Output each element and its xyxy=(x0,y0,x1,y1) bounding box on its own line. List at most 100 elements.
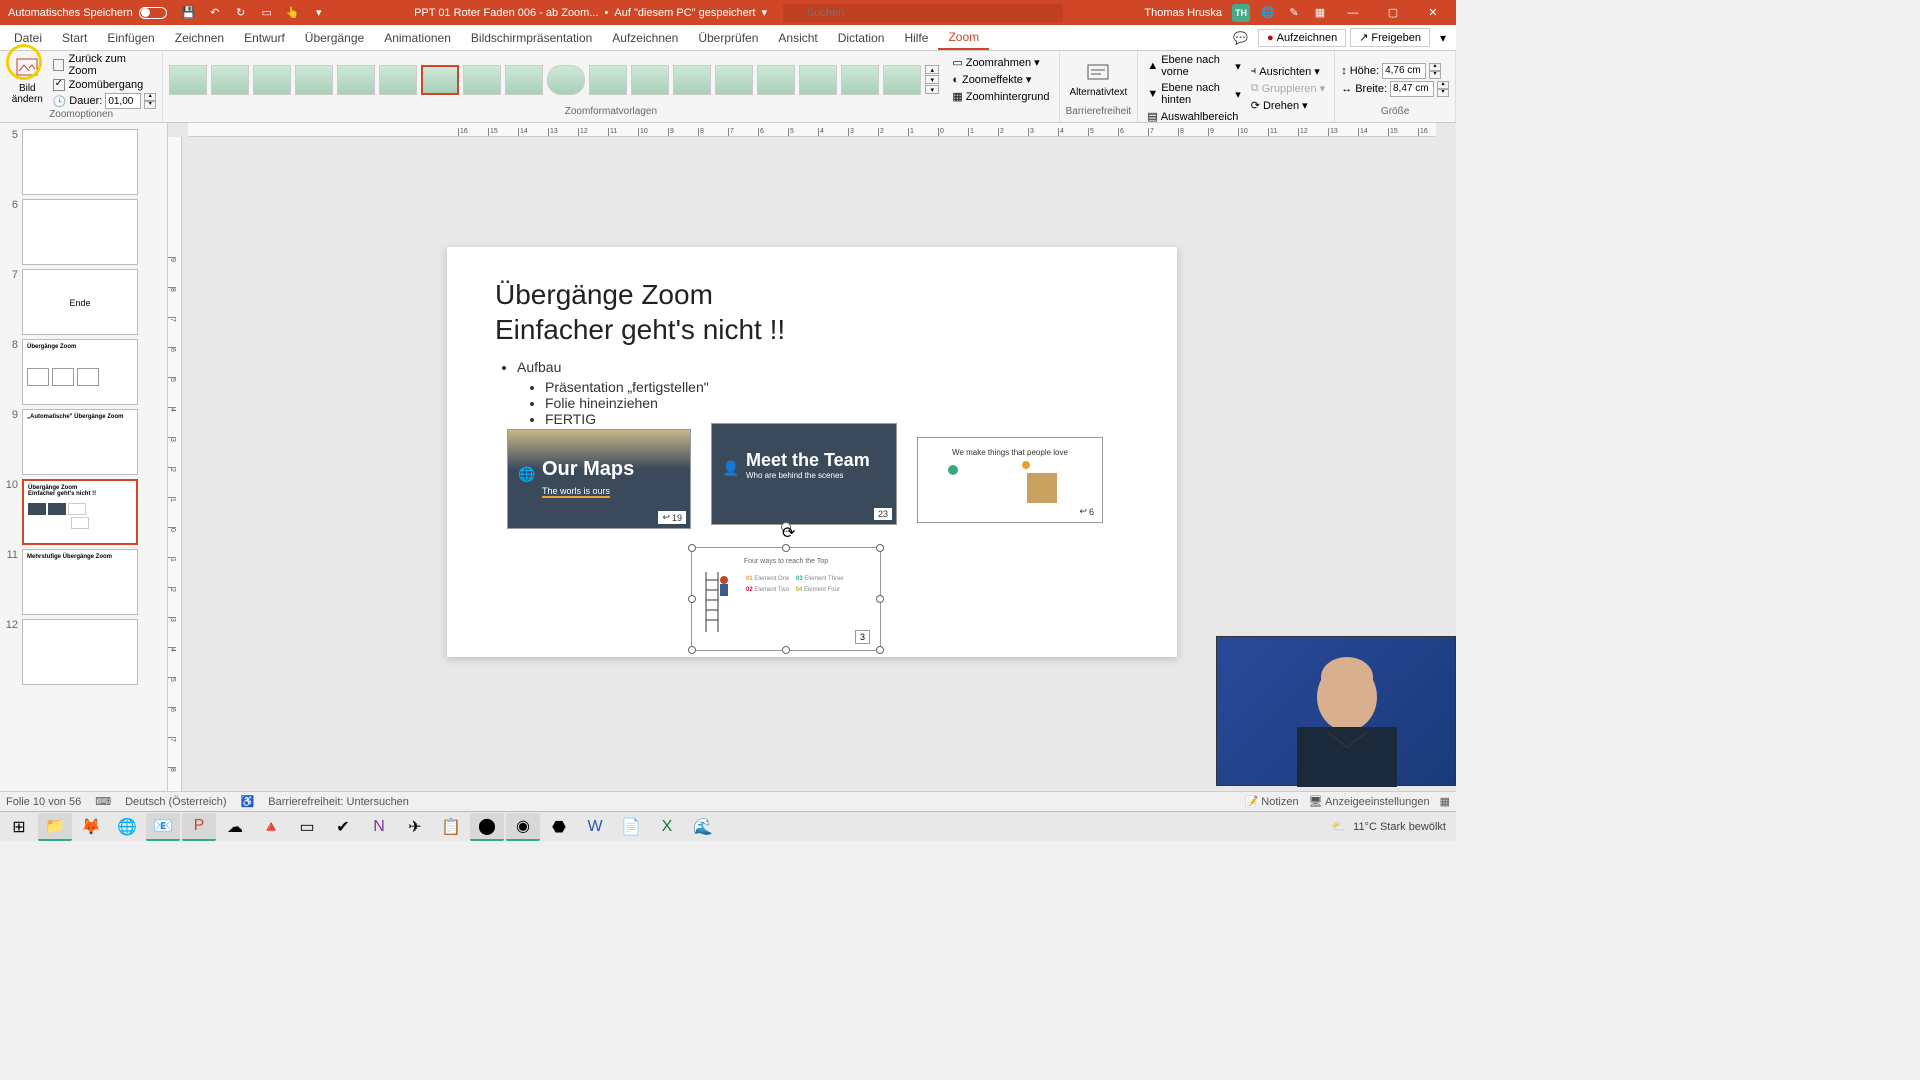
style-item[interactable] xyxy=(337,65,375,95)
style-item[interactable] xyxy=(715,65,753,95)
slide-thumb[interactable] xyxy=(22,199,138,265)
tab-zeichnen[interactable]: Zeichnen xyxy=(165,25,234,50)
more-icon[interactable]: ▾ xyxy=(311,5,327,21)
slide-thumb[interactable]: Übergänge Zoom xyxy=(22,339,138,405)
style-item[interactable] xyxy=(631,65,669,95)
alternativtext-button[interactable]: Alternativtext xyxy=(1066,59,1132,100)
ebene-hinten-button[interactable]: ▼Ebene nach hinten ▾ xyxy=(1144,81,1243,107)
access-icon[interactable]: ♿ xyxy=(241,795,255,808)
style-item[interactable] xyxy=(589,65,627,95)
bild-aendern-button[interactable]: Bild ändern xyxy=(6,55,49,107)
app-icon[interactable]: ⬣ xyxy=(542,813,576,841)
tab-animationen[interactable]: Animationen xyxy=(374,25,461,50)
ebene-vorne-button[interactable]: ▲Ebene nach vorne ▾ xyxy=(1144,53,1243,79)
resize-handle[interactable] xyxy=(688,646,696,654)
globe-icon[interactable]: 🌐 xyxy=(1260,5,1276,21)
zurueck-zoom-check[interactable]: Zurück zum Zoom xyxy=(53,53,157,77)
language-label[interactable]: Deutsch (Österreich) xyxy=(125,796,226,808)
outlook-icon[interactable]: 📧 xyxy=(146,813,180,841)
ausrichten-button[interactable]: ⫞Ausrichten ▾ xyxy=(1248,64,1328,79)
word-icon[interactable]: W xyxy=(578,813,612,841)
hoehe-spinner[interactable]: ▴▾ xyxy=(1429,63,1441,79)
hoehe-input[interactable] xyxy=(1382,63,1426,79)
freigeben-button[interactable]: ↗Freigeben xyxy=(1350,28,1430,47)
onenote-icon[interactable]: N xyxy=(362,813,396,841)
style-item[interactable] xyxy=(505,65,543,95)
slide-thumb[interactable] xyxy=(22,129,138,195)
style-item-selected[interactable] xyxy=(421,65,459,95)
resize-handle[interactable] xyxy=(782,544,790,552)
app-icon[interactable]: ☁ xyxy=(218,813,252,841)
layout-icon[interactable]: ▦ xyxy=(1312,5,1328,21)
tab-einfuegen[interactable]: Einfügen xyxy=(97,25,164,50)
zoom-tile-maps[interactable]: 🌐 Our Maps The worls is ours ↩19 xyxy=(507,429,691,529)
start-button[interactable]: ⊞ xyxy=(2,813,36,841)
app-icon[interactable]: ◉ xyxy=(506,813,540,841)
lang-icon[interactable]: ⌨ xyxy=(95,795,111,808)
resize-handle[interactable] xyxy=(876,544,884,552)
telegram-icon[interactable]: ✈ xyxy=(398,813,432,841)
style-item[interactable] xyxy=(169,65,207,95)
zoomhintergrund-button[interactable]: ▦Zoomhintergrund xyxy=(949,89,1052,104)
pen-icon[interactable]: ✎ xyxy=(1286,5,1302,21)
zoomrahmen-button[interactable]: ▭Zoomrahmen ▾ xyxy=(949,55,1052,70)
drehen-button[interactable]: ⟳Drehen ▾ xyxy=(1248,98,1328,113)
zoomuebergang-check[interactable]: Zoomübergang xyxy=(53,79,157,91)
auswahlbereich-button[interactable]: ▤Auswahlbereich xyxy=(1144,109,1243,124)
todoist-icon[interactable]: ✔ xyxy=(326,813,360,841)
zoom-tile-selected[interactable]: ⟳ Four ways to reach the Top xyxy=(691,547,881,651)
explorer-icon[interactable]: 📁 xyxy=(38,813,72,841)
slide-thumb[interactable]: „Automatische" Übergänge Zoom xyxy=(22,409,138,475)
style-item[interactable] xyxy=(883,65,921,95)
autosave-toggle[interactable]: Automatisches Speichern xyxy=(0,7,175,19)
obs-icon[interactable]: ⬤ xyxy=(470,813,504,841)
maximize-button[interactable]: ▢ xyxy=(1378,0,1408,25)
weather-icon[interactable]: ⛅ xyxy=(1331,820,1345,833)
tab-bildschirm[interactable]: Bildschirmpräsentation xyxy=(461,25,602,50)
breite-spinner[interactable]: ▴▾ xyxy=(1437,81,1449,97)
redo-icon[interactable]: ↻ xyxy=(233,5,249,21)
app-icon[interactable]: ▭ xyxy=(290,813,324,841)
weather-label[interactable]: 11°C Stark bewölkt xyxy=(1353,821,1446,833)
style-item[interactable] xyxy=(211,65,249,95)
slide-thumb[interactable] xyxy=(22,619,138,685)
style-item[interactable] xyxy=(295,65,333,95)
resize-handle[interactable] xyxy=(688,544,696,552)
excel-icon[interactable]: X xyxy=(650,813,684,841)
resize-handle[interactable] xyxy=(782,646,790,654)
style-item[interactable] xyxy=(547,65,585,95)
resize-handle[interactable] xyxy=(876,595,884,603)
powerpoint-icon[interactable]: P xyxy=(182,813,216,841)
chrome-icon[interactable]: 🌐 xyxy=(110,813,144,841)
thumbnail-pane[interactable]: 5 6 7Ende 8Übergänge Zoom 9„Automatische… xyxy=(0,123,168,791)
user-avatar[interactable]: TH xyxy=(1232,4,1250,22)
slide-thumb-selected[interactable]: Übergänge Zoom Einfacher geht's nicht !! xyxy=(22,479,138,545)
style-item[interactable] xyxy=(379,65,417,95)
tab-ueberpruefen[interactable]: Überprüfen xyxy=(688,25,768,50)
tab-zoom[interactable]: Zoom xyxy=(938,25,989,50)
tab-uebergaenge[interactable]: Übergänge xyxy=(295,25,374,50)
app-icon[interactable]: 📄 xyxy=(614,813,648,841)
comments-icon[interactable]: 💬 xyxy=(1227,29,1254,47)
resize-handle[interactable] xyxy=(876,646,884,654)
close-button[interactable]: ✕ xyxy=(1418,0,1448,25)
zoom-tile-team[interactable]: 👤 Meet the Team Who are behind the scene… xyxy=(711,423,897,525)
style-item[interactable] xyxy=(463,65,501,95)
vlc-icon[interactable]: 🔺 xyxy=(254,813,288,841)
slide-thumb[interactable]: Mehrstufige Übergänge Zoom xyxy=(22,549,138,615)
present-icon[interactable]: ▭ xyxy=(259,5,275,21)
tab-entwurf[interactable]: Entwurf xyxy=(234,25,295,50)
search-input[interactable] xyxy=(783,4,1063,22)
slide-thumb[interactable]: Ende xyxy=(22,269,138,335)
style-item[interactable] xyxy=(757,65,795,95)
style-item[interactable] xyxy=(799,65,837,95)
style-item[interactable] xyxy=(673,65,711,95)
notes-button[interactable]: 📝 Notizen xyxy=(1245,795,1299,808)
tab-aufzeichnen[interactable]: Aufzeichnen xyxy=(602,25,688,50)
display-settings-button[interactable]: 🖥 Anzeigeeinstellungen xyxy=(1309,795,1430,808)
tab-hilfe[interactable]: Hilfe xyxy=(894,25,938,50)
zoom-tile-things[interactable]: We make things that people love ↩6 xyxy=(917,437,1103,523)
minimize-button[interactable]: — xyxy=(1338,0,1368,25)
breite-input[interactable] xyxy=(1390,81,1434,97)
chevron-down-icon[interactable]: ▾ xyxy=(761,6,767,19)
